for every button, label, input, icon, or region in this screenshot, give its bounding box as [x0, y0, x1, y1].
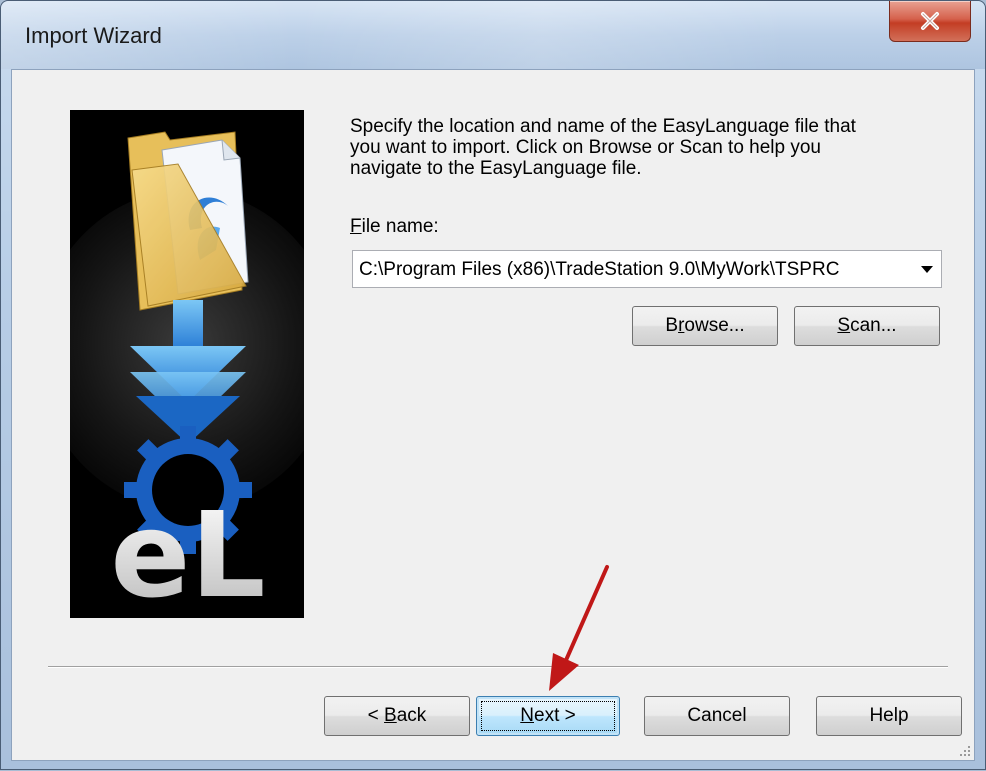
wizard-page: eL Specify the location and name of the …	[11, 69, 975, 761]
next-button[interactable]: Next >	[476, 696, 620, 736]
close-icon	[921, 12, 939, 30]
import-wizard-window: Import Wizard eL Specify the location an…	[0, 0, 986, 770]
instructions-text: Specify the location and name of the Eas…	[350, 116, 856, 179]
scan-button[interactable]: Scan...	[794, 306, 940, 346]
file-name-combobox[interactable]: C:\Program Files (x86)\TradeStation 9.0\…	[352, 250, 942, 288]
chevron-down-icon[interactable]	[921, 266, 933, 273]
help-button[interactable]: Help	[816, 696, 962, 736]
focus-rectangle	[481, 701, 615, 731]
browse-button[interactable]: Br owse...	[632, 306, 778, 346]
file-name-label: File name:	[350, 216, 439, 237]
easylanguage-logo-image: eL	[70, 110, 304, 618]
resize-grip-icon[interactable]	[956, 742, 972, 758]
window-title: Import Wizard	[25, 23, 162, 48]
file-name-input[interactable]: C:\Program Files (x86)\TradeStation 9.0\…	[359, 259, 905, 281]
back-button[interactable]: < Back	[324, 696, 470, 736]
separator-line	[48, 666, 948, 668]
close-button[interactable]	[889, 1, 971, 42]
cancel-button[interactable]: Cancel	[644, 696, 790, 736]
title-bar[interactable]: Import Wizard	[1, 1, 985, 69]
el-logo-text: eL	[110, 486, 265, 618]
